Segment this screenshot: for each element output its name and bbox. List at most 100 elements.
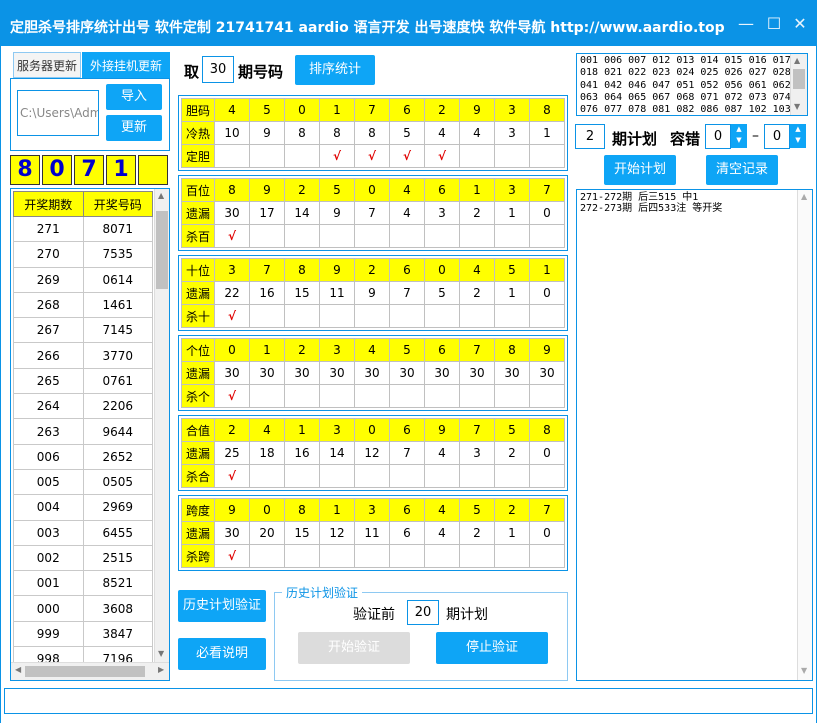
scroll-up-icon[interactable]: ▲ [158, 191, 164, 200]
check-cell[interactable] [249, 384, 285, 408]
check-cell[interactable] [389, 224, 425, 248]
log-scroll-down-icon[interactable]: ▼ [801, 666, 807, 675]
tab-server-update[interactable]: 服务器更新 [13, 52, 81, 78]
check-cell[interactable] [459, 384, 495, 408]
check-cell[interactable] [284, 224, 320, 248]
check-cell[interactable] [459, 304, 495, 328]
scroll-left-icon[interactable]: ◀ [15, 665, 21, 674]
table-row[interactable]: 268 1461 [13, 291, 153, 319]
tolerance-max-input[interactable]: 0 [764, 124, 790, 149]
stop-verify-button[interactable]: 停止验证 [436, 632, 548, 664]
start-plan-button[interactable]: 开始计划 [604, 155, 676, 185]
scroll-right-icon[interactable]: ▶ [158, 665, 164, 674]
table-row[interactable]: 269 0614 [13, 266, 153, 293]
check-cell[interactable]: √ [214, 304, 250, 328]
tab-plugin-update[interactable]: 外接挂机更新 [82, 52, 170, 78]
check-cell[interactable] [494, 544, 530, 568]
check-cell[interactable] [354, 304, 390, 328]
log-scroll-up-icon[interactable]: ▲ [801, 192, 807, 201]
check-cell[interactable] [319, 384, 355, 408]
take-count-input[interactable]: 30 [202, 56, 234, 83]
check-cell[interactable] [424, 544, 460, 568]
check-cell[interactable] [249, 464, 285, 488]
table-row[interactable]: 000 3608 [13, 595, 153, 622]
tolerance-max-spinner[interactable]: ▲ ▼ [790, 124, 806, 148]
spin-down-icon[interactable]: ▼ [731, 135, 747, 146]
check-cell[interactable] [494, 304, 530, 328]
check-cell[interactable] [284, 144, 320, 168]
check-cell[interactable] [529, 224, 565, 248]
spin-up-icon[interactable]: ▲ [790, 124, 806, 135]
hscroll-thumb[interactable] [25, 666, 145, 677]
spin-down-icon[interactable]: ▼ [790, 135, 806, 146]
check-cell[interactable]: √ [354, 144, 390, 168]
check-cell[interactable] [459, 544, 495, 568]
check-cell[interactable] [494, 384, 530, 408]
maximize-icon[interactable]: ☐ [764, 14, 784, 33]
check-cell[interactable]: √ [319, 144, 355, 168]
table-row[interactable]: 004 2969 [13, 494, 153, 521]
path-input[interactable]: C:\Users\Adm [17, 90, 99, 136]
table-row[interactable]: 002 2515 [13, 544, 153, 572]
check-cell[interactable]: √ [389, 144, 425, 168]
numbers-scroll-thumb[interactable] [793, 69, 805, 89]
start-verify-button[interactable]: 开始验证 [298, 632, 410, 664]
table-row[interactable]: 003 6455 [13, 519, 153, 546]
table-row[interactable]: 270 7535 [13, 241, 153, 268]
history-verify-button[interactable]: 历史计划验证 [178, 590, 266, 622]
numbers-scrollbar[interactable]: ▲ ▼ [790, 54, 807, 115]
check-cell[interactable] [354, 384, 390, 408]
check-cell[interactable] [249, 304, 285, 328]
check-cell[interactable]: √ [214, 224, 250, 248]
check-cell[interactable] [354, 464, 390, 488]
update-button[interactable]: 更新 [106, 115, 162, 141]
table-row[interactable]: 264 2206 [13, 393, 153, 420]
check-cell[interactable] [389, 544, 425, 568]
check-cell[interactable]: √ [214, 464, 250, 488]
table-row[interactable]: 263 9644 [13, 418, 153, 445]
close-icon[interactable]: ✕ [790, 14, 810, 33]
table-row[interactable]: 001 8521 [13, 570, 153, 597]
table-row[interactable]: 999 3847 [13, 620, 153, 648]
check-cell[interactable] [319, 544, 355, 568]
scroll-down-icon[interactable]: ▼ [158, 649, 164, 658]
check-cell[interactable] [529, 464, 565, 488]
minimize-icon[interactable]: — [736, 14, 756, 33]
verify-count-input[interactable]: 20 [407, 600, 439, 625]
check-cell[interactable] [494, 224, 530, 248]
check-cell[interactable] [354, 224, 390, 248]
plan-log[interactable]: 271-272期 后三515 中1 272-273期 后四533注 等开奖 [576, 189, 813, 681]
tolerance-min-input[interactable]: 0 [705, 124, 731, 149]
check-cell[interactable] [424, 384, 460, 408]
check-cell[interactable] [529, 384, 565, 408]
clear-records-button[interactable]: 清空记录 [706, 155, 778, 185]
table-row[interactable]: 006 2652 [13, 443, 153, 470]
check-cell[interactable] [249, 144, 285, 168]
check-cell[interactable] [424, 464, 460, 488]
check-cell[interactable] [389, 304, 425, 328]
numbers-list[interactable]: 001 006 007 012 013 014 015 016 017 018 … [576, 53, 808, 116]
check-cell[interactable] [424, 224, 460, 248]
check-cell[interactable] [459, 224, 495, 248]
check-cell[interactable] [284, 304, 320, 328]
check-cell[interactable]: √ [214, 544, 250, 568]
check-cell[interactable] [319, 224, 355, 248]
check-cell[interactable] [529, 304, 565, 328]
check-cell[interactable] [529, 144, 565, 168]
history-header-period[interactable]: 开奖期数 [13, 191, 84, 217]
check-cell[interactable] [389, 384, 425, 408]
check-cell[interactable] [459, 144, 495, 168]
check-cell[interactable] [494, 464, 530, 488]
history-vertical-scrollbar[interactable]: ▲ ▼ [154, 189, 169, 662]
check-cell[interactable] [284, 464, 320, 488]
log-scrollbar[interactable]: ▲ ▼ [797, 190, 812, 680]
import-button[interactable]: 导入 [106, 84, 162, 110]
check-cell[interactable] [319, 464, 355, 488]
numbers-scroll-up-icon[interactable]: ▲ [794, 56, 800, 65]
table-row[interactable]: 266 3770 [13, 342, 153, 369]
check-cell[interactable]: √ [214, 384, 250, 408]
table-row[interactable]: 271 8071 [13, 215, 153, 243]
spin-up-icon[interactable]: ▲ [731, 124, 747, 135]
check-cell[interactable] [284, 384, 320, 408]
check-cell[interactable]: √ [424, 144, 460, 168]
